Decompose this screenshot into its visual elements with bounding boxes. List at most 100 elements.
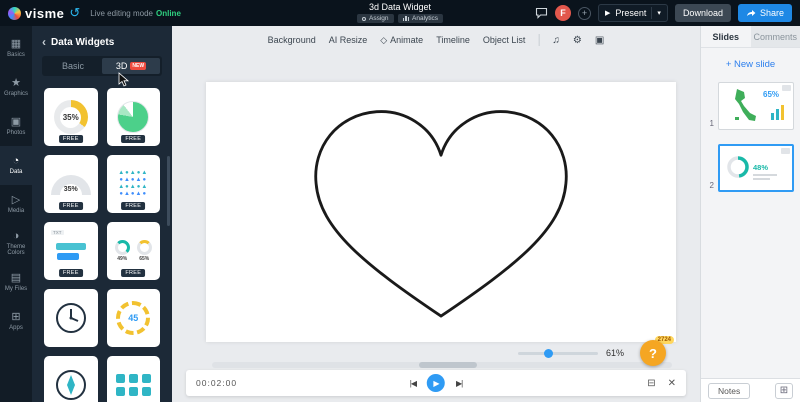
clock-icon [55,303,86,333]
object-list-button[interactable]: Object List [483,35,526,45]
document-title[interactable]: 3d Data Widget [357,2,443,12]
slide-comment-badge [781,148,790,154]
timeline-button[interactable]: Timeline [436,35,470,45]
panel-back-header[interactable]: ‹ Data Widgets [32,26,172,56]
slide-number: 1 [709,119,714,128]
widget-compass[interactable] [44,356,98,402]
new-slide-button[interactable]: + New slide [701,59,800,70]
brand-name: visme [25,5,65,21]
widget-icon-array[interactable] [106,356,160,402]
widget-donut-chart[interactable]: 35% FREE [44,88,98,146]
tab-comments[interactable]: Comments [750,26,800,47]
animate-button[interactable]: ◇ Animate [380,35,423,46]
zoom-slider[interactable] [517,348,598,358]
analytics-label: Analytics [412,15,439,22]
canvas-toolbar: Background AI Resize ◇ Animate Timeline … [268,34,604,46]
zoom-slider-handle[interactable] [543,348,553,358]
heart-shape[interactable] [261,89,621,335]
apps-icon: ⊞ [11,310,21,323]
present-button[interactable]: ▶ Present ▾ [598,4,668,22]
compass-icon [55,370,86,400]
widget-type-tabs: Basic 3D NEW [42,56,162,76]
chevron-down-icon[interactable]: ▾ [657,9,661,17]
dual-gauge-icon: 49% 65% [114,240,152,262]
folder-icon: ▤ [10,271,22,284]
share-button[interactable]: Share [737,4,792,22]
visme-logo-icon [8,6,21,20]
icon-array-icon [115,374,151,383]
tab-3d[interactable]: 3D NEW [102,58,160,74]
undo-icon[interactable]: ↺ [69,5,80,21]
visme-logo[interactable]: visme [8,6,64,21]
free-badge: FREE [121,269,146,277]
assign-button[interactable]: Assign [356,14,394,23]
bar-icon [57,252,79,260]
slide-canvas[interactable] [206,82,676,342]
analytics-icon [402,16,409,21]
ai-resize-button[interactable]: AI Resize [329,35,368,45]
sidebar-item-my-files[interactable]: ▤ My Files [0,263,32,302]
close-player-icon[interactable]: ✕ [668,378,676,389]
slide-sorter-icon[interactable]: ⊞ [775,382,793,399]
presentation-mode-icon[interactable]: ⊟ [647,378,655,389]
add-collaborator-button[interactable]: + [578,6,591,20]
online-status: Online [156,8,181,18]
sidebar-item-data[interactable]: ◔ Data [0,146,32,185]
palette-icon: ◑ [12,229,20,242]
panel-title: Data Widgets [51,36,115,48]
widget-ring-counter[interactable]: 45 [106,289,160,347]
sidebar-item-theme-colors[interactable]: ◑ Theme Colors [0,224,32,263]
user-avatar[interactable]: F [555,5,571,21]
tab-basic[interactable]: Basic [44,58,102,74]
comments-icon[interactable] [535,7,548,19]
nav-rail: ▦ Basics ★ Graphics ▣ Photos ◔ Data ▷ Me… [0,26,32,402]
panel-scrollbar[interactable] [167,156,170,226]
download-button[interactable]: Download [674,4,731,22]
live-mode-label: Live editing mode [90,8,153,18]
tab-slides[interactable]: Slides [701,26,751,47]
live-editing-status: Live editing mode Online [90,9,181,18]
share-label: Share [759,8,784,18]
back-chevron-icon: ‹ [42,35,46,49]
assign-icon [361,16,366,21]
sidebar-item-graphics[interactable]: ★ Graphics [0,68,32,107]
photo-icon: ▣ [10,115,22,128]
audio-icon[interactable]: ♫ [552,35,560,46]
slide-number: 2 [709,181,714,190]
donut-chart-icon: 35% [53,100,88,134]
play-button[interactable]: ▶ [427,374,445,392]
help-button[interactable]: ? [640,340,666,366]
horizontal-scrollbar-thumb[interactable] [419,362,477,368]
background-button[interactable]: Background [268,35,316,45]
free-badge: FREE [121,202,146,210]
analytics-button[interactable]: Analytics [397,14,444,23]
notes-button[interactable]: Notes [708,382,751,399]
settings-gear-icon[interactable]: ⚙ [573,35,582,46]
slide-row-2: 2 48% [701,144,800,192]
previous-slide-icon[interactable]: |◀ [410,379,417,388]
widget-pie-chart[interactable]: FREE [106,88,160,146]
bar-icon [55,242,86,250]
diamond-icon: ◇ [380,34,388,45]
free-badge: FREE [58,269,83,277]
text-tag: TXT [51,230,64,235]
sidebar-item-basics[interactable]: ▦ Basics [0,29,32,68]
widget-dual-gauges[interactable]: 49% 65% FREE [106,222,160,280]
widget-progress-bars[interactable]: TXT FREE [44,222,98,280]
widget-clock[interactable] [44,289,98,347]
shape-array-icon: ▲●▲●▲ ●▲●▲● ▲●▲●▲ ●▲●▲● [118,170,149,197]
pie-chart-icon: ◔ [12,154,20,167]
sidebar-item-media[interactable]: ▷ Media [0,185,32,224]
frame-icon[interactable]: ▣ [595,35,604,46]
next-slide-icon[interactable]: ▶| [456,379,463,388]
slide-thumbnail-1[interactable]: 65% [718,82,794,130]
slides-panel-tabs: Slides Comments [701,26,800,48]
divider [538,34,540,46]
sidebar-item-apps[interactable]: ⊞ Apps [0,302,32,341]
shapes-icon: ★ [11,76,21,89]
slide-thumbnail-2[interactable]: 48% [718,144,794,192]
sidebar-item-photos[interactable]: ▣ Photos [0,107,32,146]
widget-shape-array[interactable]: ▲●▲●▲ ●▲●▲● ▲●▲●▲ ●▲●▲● FREE [106,155,160,213]
slide-comment-badge [782,85,791,91]
widget-gauge[interactable]: 35% FREE [44,155,98,213]
